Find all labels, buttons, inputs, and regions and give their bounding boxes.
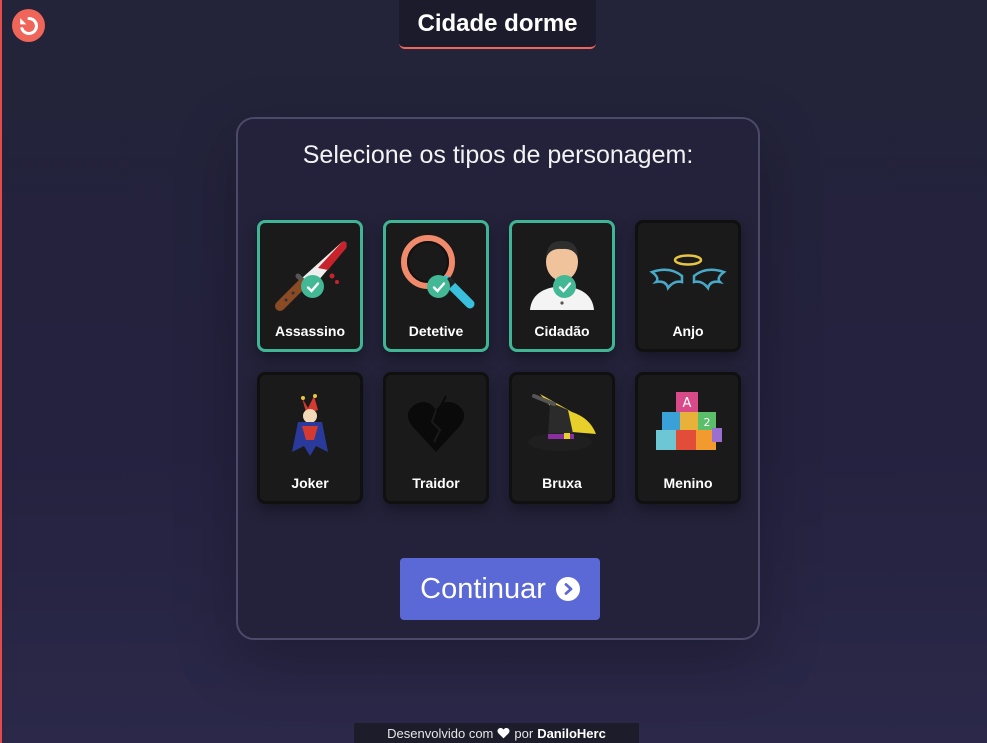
character-card-detetive[interactable]: Detetive: [383, 220, 489, 352]
character-card-menino[interactable]: A 2 Menino: [635, 372, 741, 504]
character-label: Joker: [291, 475, 329, 491]
undo-icon: [19, 16, 38, 35]
heart-icon: [497, 727, 510, 739]
svg-text:A: A: [683, 396, 692, 411]
chevron-circle-right-icon: [555, 577, 580, 601]
selected-check-icon: [427, 275, 450, 298]
continue-button[interactable]: Continuar: [400, 558, 600, 620]
character-label: Anjo: [672, 323, 704, 339]
halo-wings-icon: [638, 231, 738, 313]
character-card-traidor[interactable]: Traidor: [383, 372, 489, 504]
character-grid: Assassino Detetive Cidadão Anjo Joker Tr…: [257, 220, 741, 504]
character-card-joker[interactable]: Joker: [257, 372, 363, 504]
svg-text:2: 2: [704, 416, 711, 429]
toy-blocks-icon: A 2: [638, 383, 738, 465]
bloody-knife-icon: [260, 231, 360, 313]
footer-middle: por: [514, 725, 534, 741]
selected-check-icon: [301, 275, 324, 298]
character-selection-panel: Selecione os tipos de personagem: Assass…: [236, 117, 760, 640]
back-button[interactable]: [12, 9, 45, 42]
citizen-icon: [512, 231, 612, 313]
footer: Desenvolvido com por DaniloHerc: [354, 723, 639, 743]
author-name: DaniloHerc: [537, 725, 606, 741]
panel-heading: Selecione os tipos de personagem:: [302, 141, 694, 169]
magnifier-icon: [386, 231, 486, 313]
character-label: Traidor: [412, 475, 460, 491]
character-card-bruxa[interactable]: Bruxa: [509, 372, 615, 504]
character-label: Cidadão: [534, 323, 590, 339]
broken-heart-icon: [386, 383, 486, 465]
footer-prefix: Desenvolvido com: [387, 725, 494, 741]
character-label: Menino: [663, 475, 713, 491]
joker-icon: [260, 383, 360, 465]
character-card-cidadao[interactable]: Cidadão: [509, 220, 615, 352]
character-card-assassino[interactable]: Assassino: [257, 220, 363, 352]
character-label: Detetive: [408, 323, 464, 339]
page-title: Cidade dorme: [399, 0, 596, 49]
witch-hat-icon: [512, 383, 612, 465]
character-label: Assassino: [274, 323, 346, 339]
selected-check-icon: [553, 275, 576, 298]
continue-label: Continuar: [420, 572, 546, 605]
character-card-anjo[interactable]: Anjo: [635, 220, 741, 352]
character-label: Bruxa: [542, 475, 582, 491]
